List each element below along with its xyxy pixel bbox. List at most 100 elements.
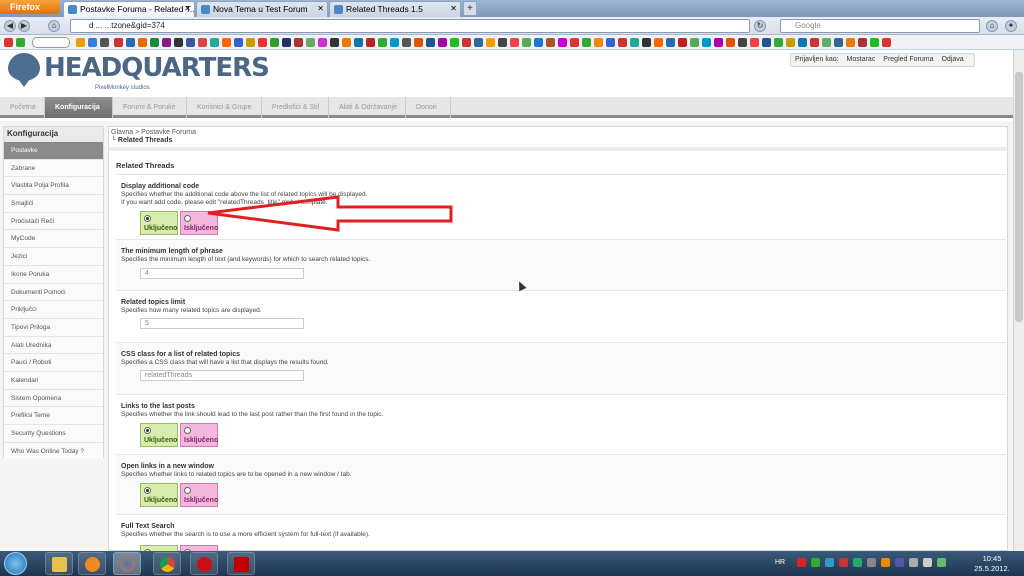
toolbar-search-input[interactable]	[32, 37, 70, 48]
bookmark-icon[interactable]	[390, 38, 399, 47]
bookmark-icon[interactable]	[606, 38, 615, 47]
bookmark-icon[interactable]	[462, 38, 471, 47]
bookmark-icon[interactable]	[294, 38, 303, 47]
bookmark-icon[interactable]	[870, 38, 879, 47]
tray-icon[interactable]	[881, 558, 890, 567]
bookmark-icon[interactable]	[690, 38, 699, 47]
url-bar[interactable]: d ... ...tzone&gid=374	[70, 19, 750, 33]
sidebar-item-sistem-opomena[interactable]: Sistem Opomena	[4, 388, 103, 407]
bookmark-icon[interactable]	[762, 38, 771, 47]
bookmark-icon[interactable]	[882, 38, 891, 47]
bookmark-icon[interactable]	[174, 38, 183, 47]
bookmark-icon[interactable]	[510, 38, 519, 47]
search-input[interactable]: Google	[780, 19, 980, 33]
bookmark-icon[interactable]	[246, 38, 255, 47]
bookmark-icon[interactable]	[438, 38, 447, 47]
volume-icon[interactable]	[923, 558, 932, 567]
bookmark-icon[interactable]	[126, 38, 135, 47]
bookmark-icon[interactable]	[726, 38, 735, 47]
addon-icon[interactable]: ✦	[1005, 20, 1017, 32]
bookmark-icon[interactable]	[88, 38, 97, 47]
bookmark-icon[interactable]	[546, 38, 555, 47]
firefox-taskbar-icon[interactable]	[113, 552, 141, 575]
bookmark-icon[interactable]	[426, 38, 435, 47]
bookmark-icon[interactable]	[654, 38, 663, 47]
bookmark-icon[interactable]	[4, 38, 13, 47]
bookmark-icon[interactable]	[750, 38, 759, 47]
sidebar-item-postavke[interactable]: Postavke	[4, 141, 103, 159]
forum-view-link[interactable]: Pregled Foruma	[883, 56, 933, 63]
bookmark-icon[interactable]	[270, 38, 279, 47]
bookmark-icon[interactable]	[16, 38, 25, 47]
sidebar-item-zabrane[interactable]: Zabrane	[4, 158, 103, 177]
bookmark-icon[interactable]	[414, 38, 423, 47]
sidebar-item-dokumenti-pomoci[interactable]: Dokumenti Pomoći	[4, 282, 103, 301]
firefox-menu-button[interactable]: Firefox	[0, 0, 60, 14]
no-option[interactable]: Isključeno	[180, 423, 218, 447]
bookmark-icon[interactable]	[834, 38, 843, 47]
radio-unchecked-icon[interactable]	[184, 215, 191, 222]
no-option[interactable]: Isključeno	[180, 211, 218, 235]
new-tab-button[interactable]: +	[463, 1, 477, 16]
bookmark-icon[interactable]	[498, 38, 507, 47]
bookmark-icon[interactable]	[222, 38, 231, 47]
radio-unchecked-icon[interactable]	[184, 487, 191, 494]
bookmark-icon[interactable]	[330, 38, 339, 47]
sidebar-item-who-was-online[interactable]: Who Was Online Today ?	[4, 441, 103, 460]
explorer-taskbar-icon[interactable]	[45, 552, 73, 575]
browser-tab-related-threads[interactable]: Related Threads 1.5 ✕	[329, 1, 461, 17]
filezilla-taskbar-icon[interactable]	[227, 552, 255, 575]
bookmark-icon[interactable]	[76, 38, 85, 47]
bookmark-icon[interactable]	[522, 38, 531, 47]
tray-icon[interactable]	[797, 558, 806, 567]
bookmark-icon[interactable]	[186, 38, 195, 47]
reload-icon[interactable]: ↻	[754, 20, 766, 32]
close-icon[interactable]: ✕	[450, 4, 457, 13]
text-input[interactable]: relatedThreads	[140, 370, 304, 381]
browser-tab-postavke[interactable]: Postavke Foruma - Related T... ✕	[63, 1, 195, 17]
bookmark-icon[interactable]	[642, 38, 651, 47]
media-player-taskbar-icon[interactable]	[78, 552, 106, 575]
yes-option[interactable]: Uključeno	[140, 483, 178, 507]
sidebar-item-alati-urednika[interactable]: Alati Urednika	[4, 335, 103, 354]
tray-icon[interactable]	[825, 558, 834, 567]
sidebar-item-prociscaci-reci[interactable]: Pročistači Reči	[4, 211, 103, 230]
bookmark-icon[interactable]	[402, 38, 411, 47]
opera-taskbar-icon[interactable]	[190, 552, 218, 575]
bookmark-icon[interactable]	[138, 38, 147, 47]
sidebar-item-smajlici[interactable]: Smajlići	[4, 194, 103, 212]
bookmark-icon[interactable]	[786, 38, 795, 47]
bookmark-icon[interactable]	[534, 38, 543, 47]
bookmark-icon[interactable]	[618, 38, 627, 47]
tray-icon[interactable]	[839, 558, 848, 567]
taskbar-clock[interactable]: 10:45 25.5.2012.	[972, 554, 1012, 574]
bookmark-icon[interactable]	[258, 38, 267, 47]
bookmark-icon[interactable]	[582, 38, 591, 47]
sidebar-item-prefiksi-teme[interactable]: Prefiksi Teme	[4, 406, 103, 424]
bookmark-icon[interactable]	[366, 38, 375, 47]
tab-pocetna[interactable]: Početna	[0, 97, 45, 118]
bookmark-icon[interactable]	[318, 38, 327, 47]
bookmark-icon[interactable]	[210, 38, 219, 47]
user-link[interactable]: Mostarac	[847, 56, 876, 63]
yes-option[interactable]: Uključeno	[140, 423, 178, 447]
language-indicator[interactable]: HR	[775, 559, 785, 566]
bookmark-icon[interactable]	[342, 38, 351, 47]
bookmark-icon[interactable]	[198, 38, 207, 47]
bookmark-icon[interactable]	[570, 38, 579, 47]
breadcrumb-parent[interactable]: Postavke Foruma	[141, 129, 196, 136]
bookmark-icon[interactable]	[702, 38, 711, 47]
tab-donori[interactable]: Donori	[406, 97, 451, 118]
tray-icon[interactable]	[853, 558, 862, 567]
bookmark-icon[interactable]	[678, 38, 687, 47]
bookmark-icon[interactable]	[100, 38, 109, 47]
bookmark-icon[interactable]	[846, 38, 855, 47]
page-scrollbar[interactable]	[1013, 50, 1024, 551]
bookmark-icon[interactable]	[486, 38, 495, 47]
tray-icon[interactable]	[811, 558, 820, 567]
bookmark-icon[interactable]	[282, 38, 291, 47]
scrollbar-thumb[interactable]	[1015, 72, 1023, 322]
bookmark-icon[interactable]	[354, 38, 363, 47]
no-option[interactable]: Isključeno	[180, 483, 218, 507]
text-input[interactable]: 4	[140, 268, 304, 279]
